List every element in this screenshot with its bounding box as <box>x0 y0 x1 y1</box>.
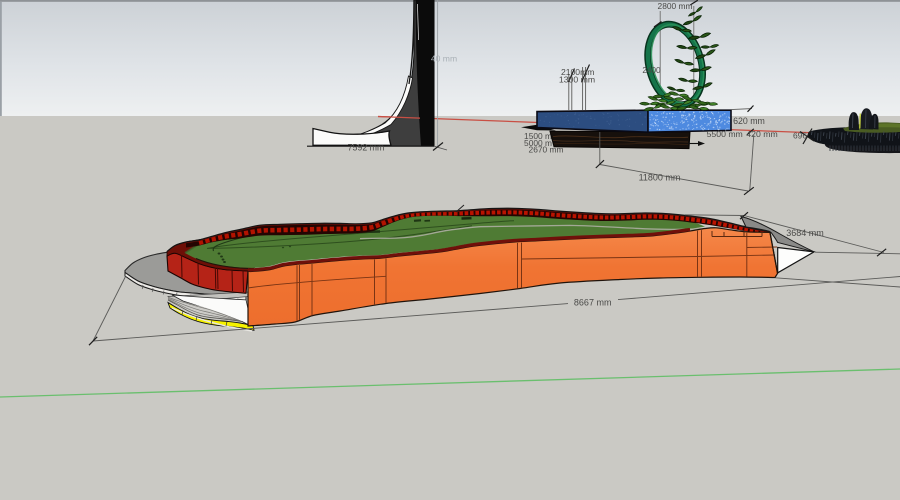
svg-text:3684 mm: 3684 mm <box>786 228 824 238</box>
svg-text:40 mm: 40 mm <box>431 54 457 64</box>
svg-text:420 mm: 420 mm <box>746 129 777 139</box>
svg-text:7592 mm: 7592 mm <box>348 143 385 153</box>
svg-text:1300 mm: 1300 mm <box>559 74 595 84</box>
svg-text:8667 mm: 8667 mm <box>574 298 612 308</box>
svg-text:2670 mm: 2670 mm <box>529 145 564 155</box>
svg-text:620 mm: 620 mm <box>733 116 765 126</box>
svg-text:2800 mm: 2800 mm <box>658 1 693 11</box>
svg-text:11800 mm: 11800 mm <box>639 172 681 182</box>
svg-text:5500 mm: 5500 mm <box>707 129 743 139</box>
svg-text:696: 696 <box>793 131 807 141</box>
svg-text:2400: 2400 <box>642 66 661 75</box>
